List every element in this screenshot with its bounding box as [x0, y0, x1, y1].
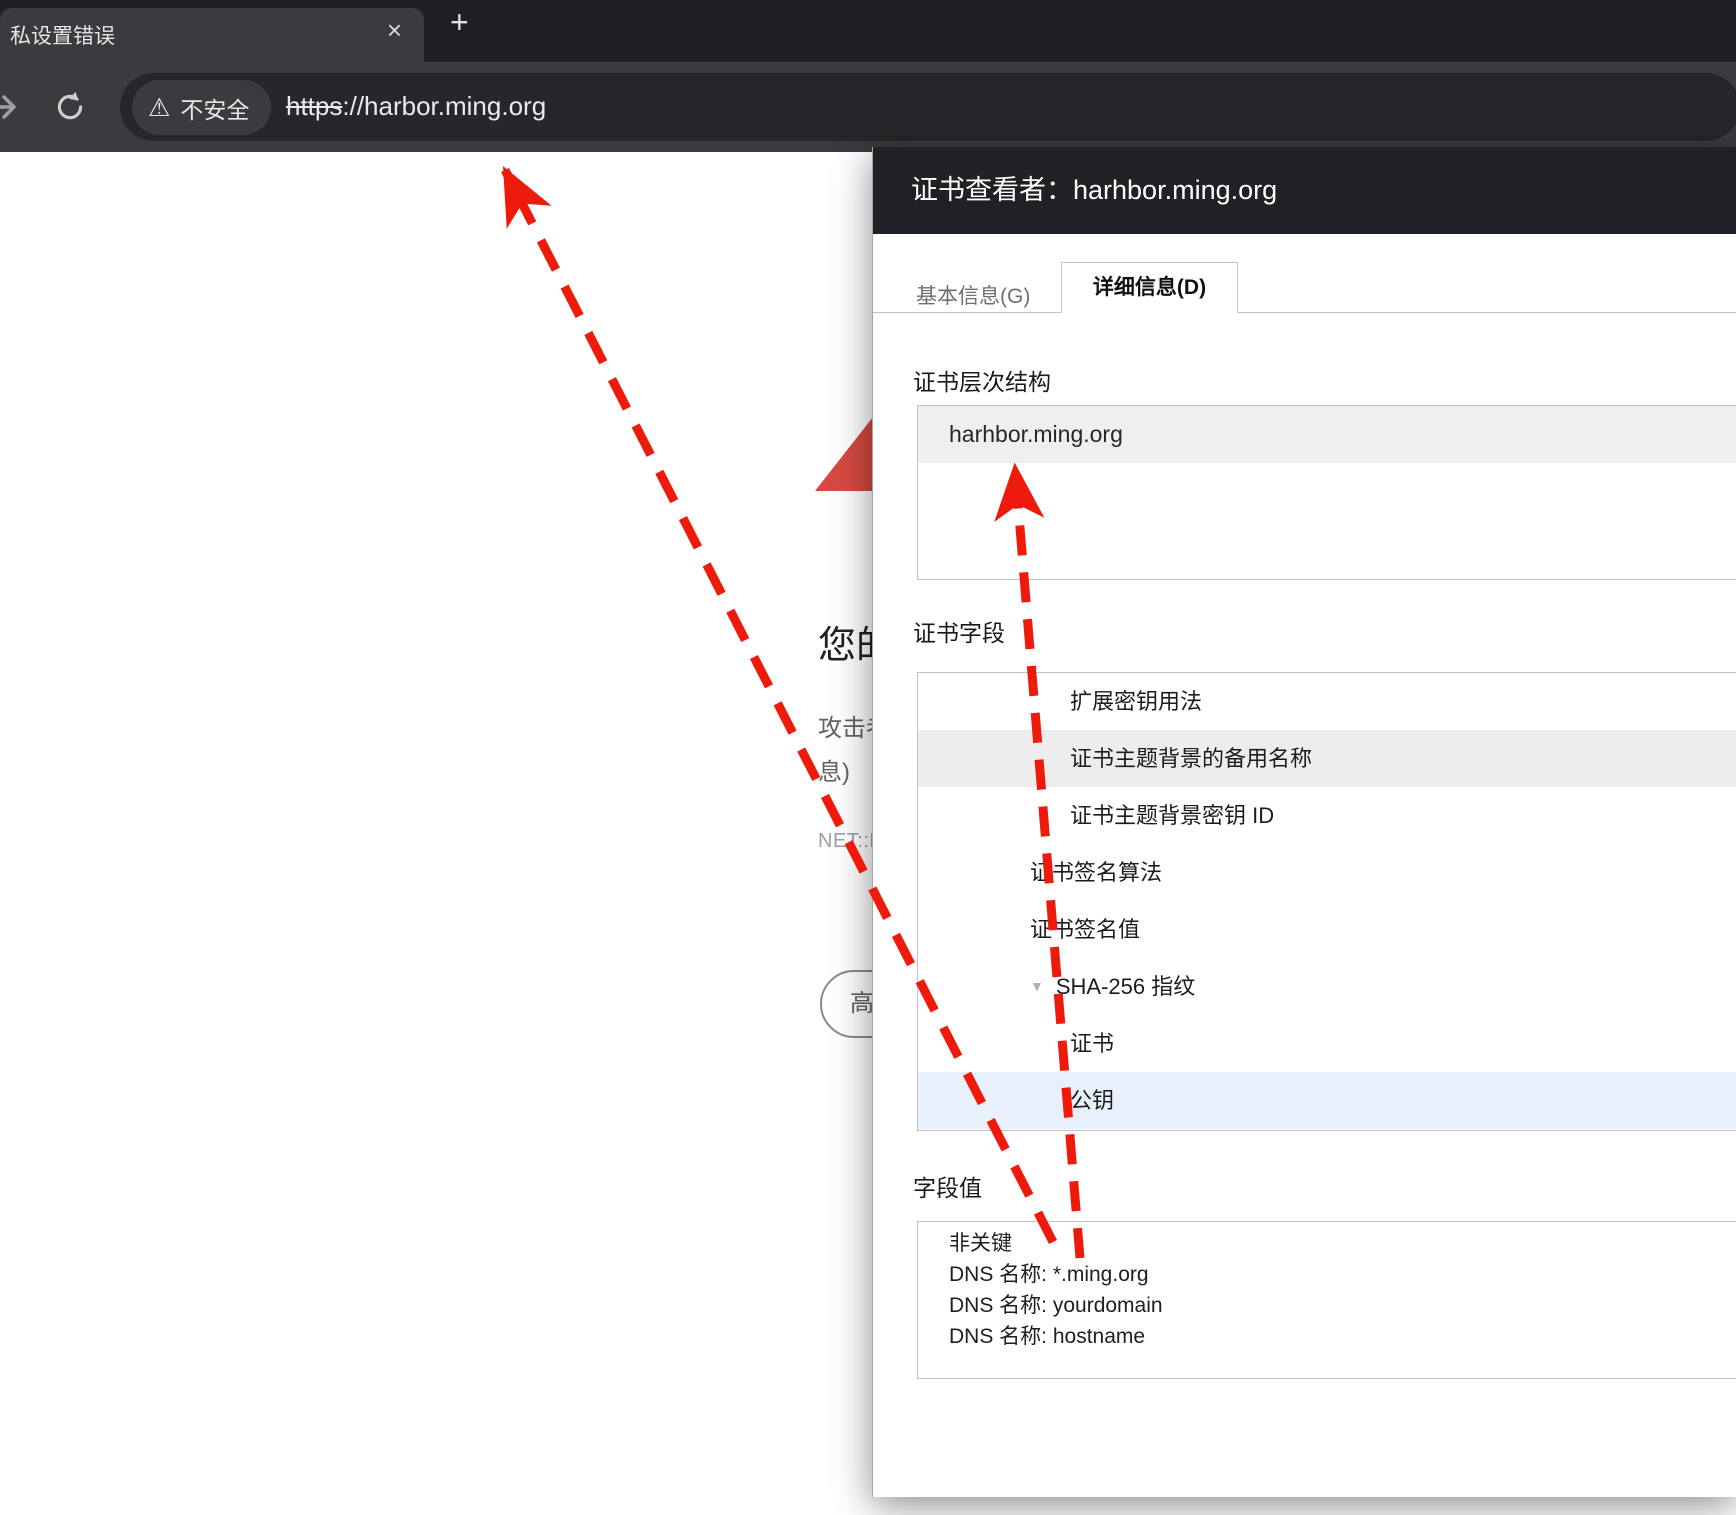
- dialog-header: 证书查看者：harhbor.ming.org: [873, 147, 1736, 234]
- field-row-expandable[interactable]: ▼ SHA-256 指纹: [918, 958, 1736, 1015]
- error-heading-fragment: 您的: [818, 625, 872, 667]
- field-row-highlighted[interactable]: 公钥: [918, 1072, 1736, 1129]
- field-value-line: DNS 名称: *.ming.org: [949, 1263, 1149, 1286]
- field-row-label: SHA-256 指纹: [1055, 974, 1196, 999]
- field-row[interactable]: 扩展密钥用法: [918, 673, 1736, 730]
- field-row-label: 证书签名值: [1030, 917, 1141, 942]
- dialog-tabs: 基本信息(G) 详细信息(D): [873, 234, 1736, 313]
- tab-title: 私设置错误: [10, 25, 115, 48]
- field-row-label: 扩展密钥用法: [1070, 689, 1203, 714]
- forward-icon[interactable]: [0, 89, 24, 125]
- error-code-fragment: NET::ER: [818, 830, 872, 852]
- field-row[interactable]: 证书: [918, 1015, 1736, 1072]
- field-row-label: 公钥: [1070, 1088, 1115, 1113]
- field-value-line: 非关键: [949, 1232, 1012, 1255]
- url-rest: ://harbor.ming.org: [342, 91, 547, 121]
- value-section-label: 字段值: [913, 1175, 982, 1201]
- url-text[interactable]: https://harbor.ming.org: [286, 73, 546, 141]
- tab-general[interactable]: 基本信息(G): [916, 280, 1030, 310]
- field-row[interactable]: 证书签名算法: [918, 844, 1736, 901]
- fields-section-label: 证书字段: [913, 620, 1005, 646]
- new-tab-icon[interactable]: +: [450, 4, 469, 41]
- field-value-line: DNS 名称: hostname: [949, 1325, 1146, 1348]
- certificate-viewer-dialog: 证书查看者：harhbor.ming.org 基本信息(G) 详细信息(D) 证…: [872, 147, 1736, 1497]
- address-bar[interactable]: ⚠ 不安全 https://harbor.ming.org: [120, 73, 1736, 141]
- dialog-title: 证书查看者：harhbor.ming.org: [911, 175, 1278, 205]
- warning-triangle-icon: [815, 417, 872, 491]
- field-row-selected[interactable]: 证书主题背景的备用名称: [918, 730, 1736, 787]
- error-text-fragment-2: 息): [818, 759, 850, 786]
- field-row-label: 证书主题背景密钥 ID: [1070, 803, 1275, 828]
- field-row-label: 证书主题背景的备用名称: [1070, 746, 1313, 771]
- error-text-fragment-1: 攻击者: [818, 715, 872, 742]
- tabs-underline: [873, 312, 1736, 313]
- field-row[interactable]: 证书签名值: [918, 901, 1736, 958]
- tab-close-icon[interactable]: ×: [387, 10, 402, 50]
- error-page-fragment: 您的 攻击者 息) NET::ER 高: [0, 152, 872, 1515]
- tab-strip: 私设置错误 × +: [0, 0, 1736, 62]
- tab-details[interactable]: 详细信息(D): [1061, 262, 1238, 313]
- certificate-hierarchy-item[interactable]: harhbor.ming.org: [918, 406, 1736, 463]
- chevron-down-icon[interactable]: ▼: [1030, 978, 1044, 994]
- browser-tab[interactable]: 私设置错误 ×: [0, 8, 424, 62]
- certificate-hierarchy-box: harhbor.ming.org: [917, 405, 1736, 580]
- certificate-fields-box: 扩展密钥用法 证书主题背景的备用名称 证书主题背景密钥 ID 证书签名算法 证书…: [917, 672, 1736, 1131]
- hierarchy-section-label: 证书层次结构: [913, 369, 1051, 395]
- browser-toolbar: ⚠ 不安全 https://harbor.ming.org: [0, 62, 1736, 152]
- advanced-button[interactable]: 高: [820, 970, 872, 1038]
- security-chip[interactable]: ⚠ 不安全: [132, 80, 272, 135]
- field-value-line: DNS 名称: yourdomain: [949, 1294, 1163, 1317]
- warning-icon: ⚠: [148, 93, 171, 122]
- security-chip-label: 不安全: [180, 96, 250, 123]
- screenshot-root: 私设置错误 × + ⚠ 不安全 https://harbor.ming.org …: [0, 0, 1736, 1515]
- url-scheme-struck: https: [286, 91, 343, 121]
- field-row-label: 证书: [1070, 1031, 1115, 1056]
- field-value-box: 非关键 DNS 名称: *.ming.org DNS 名称: yourdomai…: [917, 1221, 1736, 1379]
- reload-icon[interactable]: [52, 89, 88, 125]
- field-row[interactable]: 证书主题背景密钥 ID: [918, 787, 1736, 844]
- field-row-label: 证书签名算法: [1030, 860, 1163, 885]
